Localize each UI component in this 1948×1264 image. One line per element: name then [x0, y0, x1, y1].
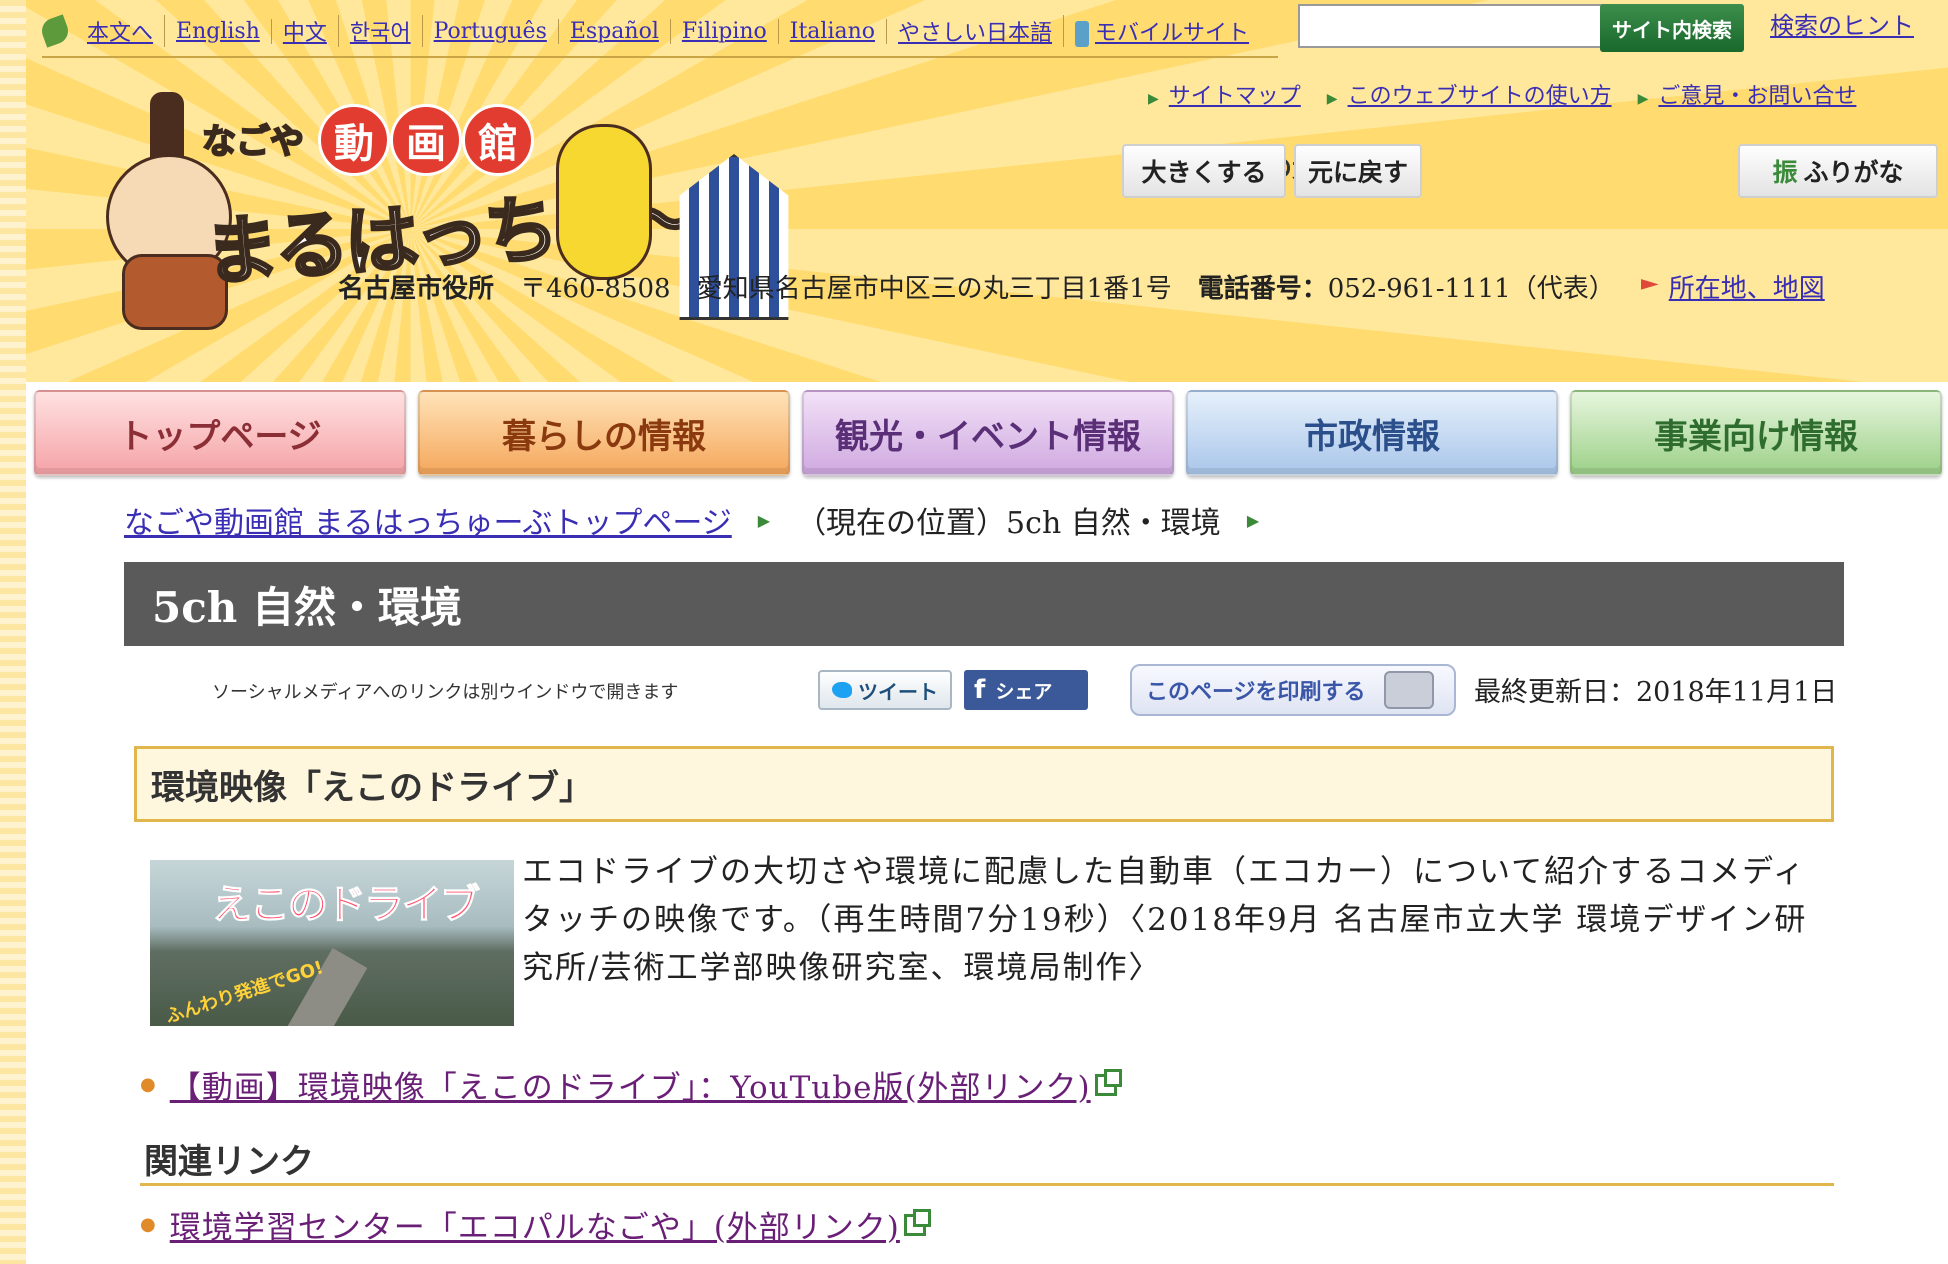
language-bar: 本文へ English 中文 한국어 Português Español Fil…: [38, 6, 1278, 58]
breadcrumb: なごや動画館 まるはっちゅーぶトップページ ▶ （現在の位置）5ch 自然・環境…: [124, 498, 1259, 542]
mascot-topknot: [150, 92, 184, 162]
page-title: 5ch 自然・環境: [124, 562, 1844, 646]
site-search-button[interactable]: サイト内検索: [1600, 4, 1744, 52]
print-page-button[interactable]: このページを印刷する: [1130, 664, 1456, 716]
bird-mascot: [556, 124, 652, 280]
logo-nagoya: なごや: [201, 121, 305, 163]
bullet-icon: ●: [140, 1074, 156, 1095]
phone-label: 電話番号：: [1197, 274, 1328, 304]
mobile-site-link[interactable]: モバイルサイト: [1064, 15, 1260, 47]
print-label: このページを印刷する: [1146, 680, 1366, 705]
section-heading: 環境映像「えこのドライブ」: [134, 746, 1834, 822]
lang-easy-japanese-link[interactable]: やさしい日本語: [887, 15, 1065, 47]
arrow-right-icon: ▶: [757, 510, 771, 530]
reset-text-button[interactable]: 元に戻す: [1294, 144, 1422, 198]
tweet-label: ツイート: [858, 679, 938, 704]
list-item: ● 【動画】環境映像「えこのドライブ」：YouTube版(外部リンク): [140, 1062, 1122, 1107]
lang-filipino-link[interactable]: Filipino: [671, 18, 779, 44]
lang-chinese-link[interactable]: 中文: [272, 15, 339, 47]
arrow-right-icon: ▶: [1637, 91, 1649, 107]
arrow-right-icon: ▶: [1246, 510, 1260, 530]
logo-kanji-2: 画: [390, 104, 462, 176]
logo-kanji-1: 動: [318, 104, 390, 176]
furigana-icon: 振: [1772, 158, 1798, 187]
lang-italian-link[interactable]: Italiano: [779, 18, 888, 44]
sitemap-link[interactable]: サイトマップ: [1169, 84, 1301, 109]
logo-kanji-3: 館: [462, 104, 534, 176]
bullet-icon: ●: [140, 1214, 156, 1235]
phone-number: 052-961-1111（代表）: [1327, 274, 1615, 304]
nav-living-info[interactable]: 暮らしの情報: [418, 390, 790, 476]
nav-city-administration[interactable]: 市政情報: [1186, 390, 1558, 476]
tweet-button[interactable]: ツイート: [818, 670, 952, 710]
mobile-site-label: モバイルサイト: [1095, 21, 1250, 46]
twitter-bird-icon: [832, 682, 852, 698]
site-header: 本文へ English 中文 한국어 Português Español Fil…: [26, 0, 1948, 382]
facebook-share-button[interactable]: f シェア: [964, 670, 1088, 710]
facebook-icon: f: [974, 675, 986, 705]
related-links-heading: 関連リンク: [140, 1134, 1834, 1186]
contact-link[interactable]: ご意見・お問い合せ: [1658, 84, 1856, 109]
mobile-phone-icon: [1075, 21, 1090, 47]
street-address: 愛知県名古屋市中区三の丸三丁目1番1号: [696, 274, 1172, 304]
share-label: シェア: [995, 680, 1053, 703]
lang-portuguese-link[interactable]: Português: [423, 18, 559, 44]
city-address: 名古屋市役所 〒460-8508 愛知県名古屋市中区三の丸三丁目1番1号 電話番…: [338, 268, 1825, 305]
furigana-label: ふりがな: [1803, 158, 1904, 187]
global-navigation: トップページ 暮らしの情報 観光・イベント情報 市政情報 事業向け情報: [34, 390, 1942, 478]
thumbnail-title: えこのドライブ: [212, 882, 481, 929]
youtube-video-link[interactable]: 【動画】環境映像「えこのドライブ」：YouTube版(外部リンク): [170, 1062, 1091, 1107]
nav-top-page[interactable]: トップページ: [34, 390, 406, 476]
list-item: ● 環境学習センター「エコパルなごや」(外部リンク): [140, 1202, 931, 1247]
lang-english-link[interactable]: English: [165, 18, 272, 44]
video-thumbnail: えこのドライブ ふんわり発進でGO!: [150, 860, 514, 1026]
office-name: 名古屋市役所: [338, 274, 495, 304]
external-link-icon: [903, 1208, 931, 1236]
breadcrumb-current: （現在の位置）5ch 自然・環境: [796, 506, 1221, 541]
furigana-button[interactable]: 振ふりがな: [1738, 144, 1938, 198]
nav-business-info[interactable]: 事業向け情報: [1570, 390, 1942, 476]
how-to-use-link[interactable]: このウェブサイトの使い方: [1348, 84, 1612, 109]
ecopal-nagoya-link[interactable]: 環境学習センター「エコパルなごや」(外部リンク): [170, 1202, 900, 1247]
utility-links: ▶ サイトマップ ▶ このウェブサイトの使い方 ▶ ご意見・お問い合せ: [1148, 78, 1856, 110]
skip-to-content-link[interactable]: 本文へ: [76, 15, 166, 47]
postal-code: 〒460-8508: [520, 274, 671, 304]
lang-spanish-link[interactable]: Español: [559, 18, 671, 44]
site-search-input[interactable]: [1298, 4, 1620, 48]
arrow-right-icon: ▶: [1148, 91, 1159, 107]
map-link[interactable]: 所在地、地図: [1669, 274, 1825, 304]
social-media-note: ソーシャルメディアへのリンクは別ウインドウで開きます: [212, 682, 679, 703]
flag-icon: [1640, 279, 1659, 290]
left-decorative-strip: [0, 0, 26, 1264]
printer-icon: [1383, 671, 1434, 709]
arrow-right-icon: ▶: [1326, 91, 1338, 107]
external-link-icon: [1094, 1068, 1122, 1096]
breadcrumb-home-link[interactable]: なごや動画館 まるはっちゅーぶトップページ: [124, 498, 732, 542]
search-hint-link[interactable]: 検索のヒント: [1770, 6, 1914, 41]
enlarge-text-button[interactable]: 大きくする: [1122, 144, 1286, 198]
nav-tourism-events[interactable]: 観光・イベント情報: [802, 390, 1174, 476]
video-description: エコドライブの大切さや環境に配慮した自動車（エコカー）について紹介するコメディタ…: [522, 854, 1808, 986]
lang-korean-link[interactable]: 한국어: [339, 15, 423, 47]
last-updated: 最終更新日：2018年11月1日: [1474, 677, 1838, 708]
leaf-icon: [38, 14, 72, 48]
